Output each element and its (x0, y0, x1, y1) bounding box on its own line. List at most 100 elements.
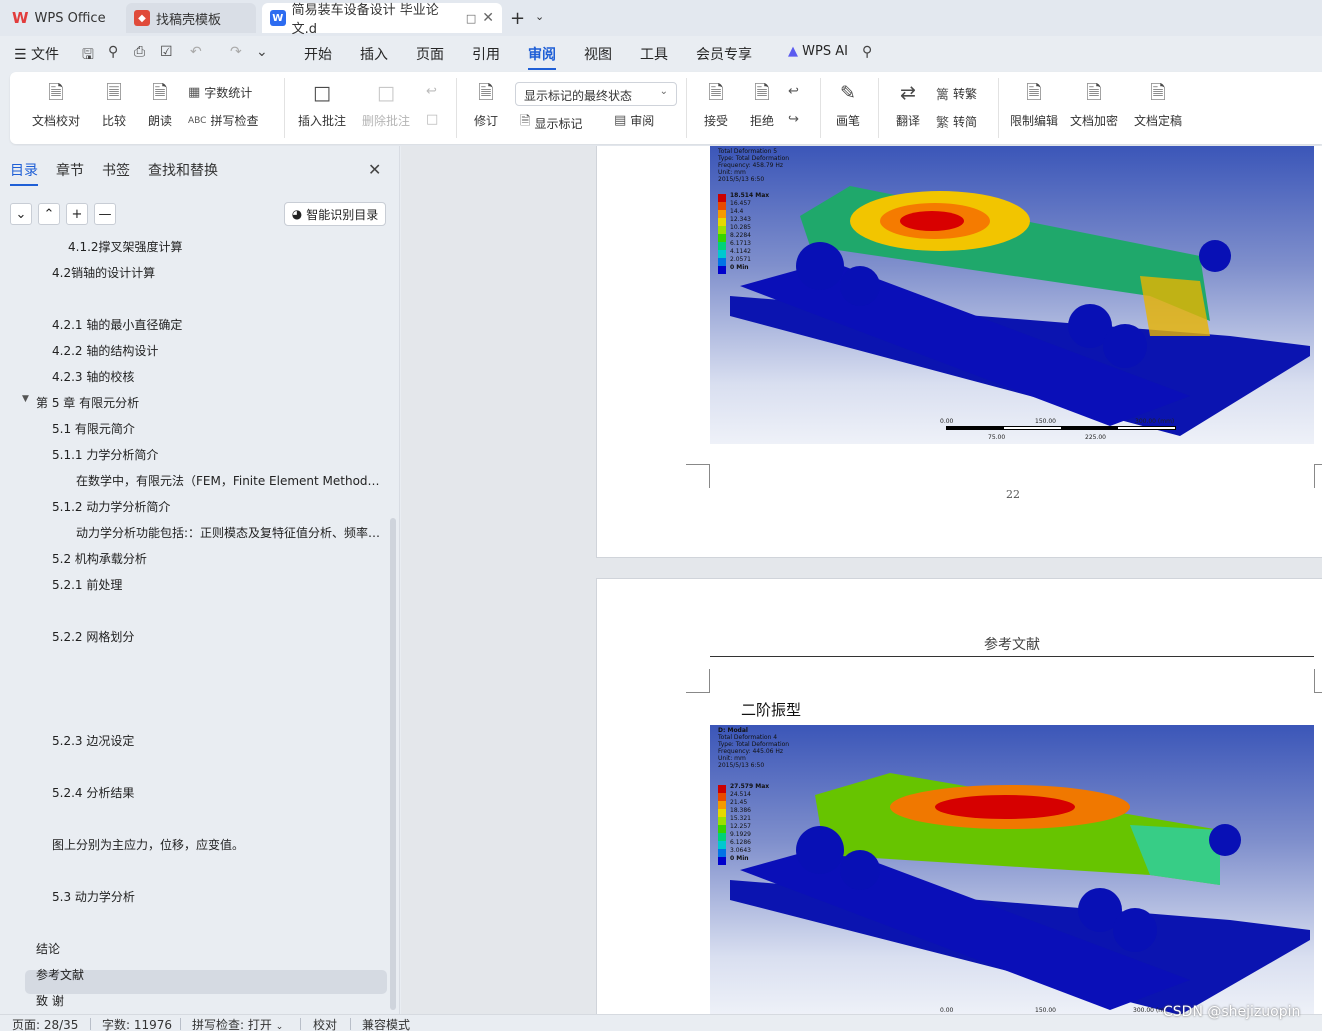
to-traditional-button[interactable]: 篱转繁 (936, 84, 977, 103)
tab-chapters[interactable]: 章节 (56, 160, 84, 186)
menu-review[interactable]: 审阅 (528, 44, 556, 70)
menu-insert[interactable]: 插入 (360, 44, 388, 64)
toc-scrollbar[interactable] (390, 518, 396, 1010)
accept-button[interactable]: 🗎 接受 (694, 72, 738, 129)
export-icon[interactable]: ⚲ (108, 44, 118, 60)
menu-start[interactable]: 开始 (304, 44, 332, 64)
search-icon[interactable]: ⚲ (862, 44, 872, 60)
undo-icon[interactable]: ↶ (190, 44, 202, 60)
tab-document[interactable]: W 简易装车设备设计 毕业论文.d □ ✕ (262, 3, 502, 37)
add-level-button[interactable]: + (66, 203, 88, 225)
status-bar: 页面: 28/35 字数: 11976 拼写检查: 打开 ⌄ 校对 兼容模式 (0, 1014, 1322, 1031)
toc-item[interactable]: 4.1.2撑叉架强度计算 (68, 238, 183, 255)
toc-item[interactable]: 5.1.2 动力学分析简介 (52, 498, 170, 515)
close-tab-icon[interactable]: ✕ (482, 10, 494, 26)
remove-level-button[interactable]: — (94, 203, 116, 225)
tab-template[interactable]: ◆ 找稿壳模板 (126, 3, 256, 33)
collapse-up-button[interactable]: ⌃ (38, 203, 60, 225)
expand-down-button[interactable]: ⌄ (10, 203, 32, 225)
reject-button[interactable]: 🗎 拒绝 (740, 72, 784, 129)
toc-item[interactable]: 图上分别为主应力，位移，应变值。 (52, 836, 244, 853)
toc-item[interactable]: 参考文献 (36, 966, 84, 983)
delete-comment-button[interactable]: □ 删除批注 (356, 72, 416, 129)
word-count[interactable]: 字数: 11976 (102, 1016, 172, 1031)
page-indicator[interactable]: 页面: 28/35 (12, 1016, 78, 1031)
save-icon[interactable]: 🖫 (82, 44, 94, 68)
revise-button[interactable]: 🗎 修订 (464, 72, 508, 129)
wps-ai-button[interactable]: ▲ WPS AI (788, 44, 848, 59)
monitor-icon[interactable]: □ (466, 12, 476, 25)
legend-value: 27.579 Max (730, 783, 770, 790)
menu-file[interactable]: ☰ 文件 (14, 44, 59, 64)
review-pane-button[interactable]: ▤ 审阅 (614, 112, 654, 129)
translate-button[interactable]: ⇄ 翻译 (886, 72, 930, 129)
insert-comment-button[interactable]: □ 插入批注 (294, 72, 350, 129)
next-change-icon[interactable]: ↪ (788, 112, 799, 127)
chevron-down-icon[interactable]: ⌄ (535, 10, 544, 23)
toc-list: 4.1.2撑叉架强度计算 4.2销轴的设计计算 4.2.1 轴的最小直径确定 4… (0, 234, 392, 1010)
toc-item[interactable]: 第 5 章 有限元分析 (36, 394, 139, 411)
redo-icon[interactable]: ↷ (230, 44, 242, 60)
print-preview-icon[interactable]: ☑ (160, 44, 173, 60)
toc-item[interactable]: 动力学分析功能包括:：正则模态及复特征值分析、频率… (76, 524, 380, 541)
legend-value: 9.1929 (730, 831, 751, 838)
toc-item[interactable]: 5.2.4 分析结果 (52, 784, 134, 801)
finalize-button[interactable]: 🗎 文档定稿 (1128, 72, 1188, 129)
close-panel-icon[interactable]: ✕ (368, 160, 381, 179)
word-count-button[interactable]: ▦ 字数统计 (188, 84, 252, 101)
tab-wps-office[interactable]: W WPS Office (4, 3, 120, 33)
fea-figure-total-deformation-5: Total Deformation 5 Type: Total Deformat… (710, 146, 1314, 444)
markup-state-select[interactable]: 显示标记的最终状态 ⌄ (515, 82, 677, 106)
title-bar: W WPS Office ◆ 找稿壳模板 W 简易装车设备设计 毕业论文.d □… (0, 0, 1322, 37)
read-aloud-button[interactable]: 🗎 朗读 (142, 72, 178, 129)
toc-item[interactable]: 结论 (36, 940, 60, 957)
toc-item[interactable]: 5.1 有限元简介 (52, 420, 135, 437)
menu-member[interactable]: 会员专享 (696, 44, 752, 64)
show-markup-button[interactable]: 🗎 显示标记 (520, 112, 582, 134)
next-comment-icon[interactable]: □ (426, 112, 438, 127)
scale-label: 300.00 (m (1133, 1007, 1165, 1014)
menu-tools[interactable]: 工具 (640, 44, 668, 64)
toc-item[interactable]: 5.2.2 网格划分 (52, 628, 134, 645)
toc-item[interactable]: 5.2 机构承载分析 (52, 550, 147, 567)
toc-item[interactable]: 4.2.3 轴的校核 (52, 368, 134, 385)
restrict-edit-button[interactable]: 🗎 限制编辑 (1008, 72, 1060, 129)
crop-mark (1314, 669, 1322, 693)
menu-page[interactable]: 页面 (416, 44, 444, 64)
print-icon[interactable]: ⎙ (134, 44, 145, 60)
smart-toc-button[interactable]: ◕ 智能识别目录 (284, 202, 386, 226)
toc-item[interactable]: 5.2.1 前处理 (52, 576, 122, 593)
prev-comment-icon[interactable]: ↩ (426, 84, 437, 99)
crop-mark (1314, 464, 1322, 488)
pen-button[interactable]: ✎ 画笔 (828, 72, 868, 129)
compare-button[interactable]: 🗏 比较 (94, 72, 134, 129)
to-simplified-button[interactable]: 繁转简 (936, 112, 977, 131)
prev-change-icon[interactable]: ↩ (788, 84, 799, 99)
simplified-icon: 繁 (936, 116, 950, 131)
encrypt-button[interactable]: 🗎 文档加密 (1068, 72, 1120, 129)
toc-item[interactable]: 致 谢 (36, 992, 64, 1009)
toc-item[interactable]: 5.1.1 力学分析简介 (52, 446, 158, 463)
menu-view[interactable]: 视图 (584, 44, 612, 64)
tab-bookmarks[interactable]: 书签 (102, 160, 130, 186)
legend-value: 6.1286 (730, 839, 751, 846)
spell-check-icon: ABC (188, 115, 207, 126)
expand-triangle-icon[interactable]: ▼ (22, 394, 29, 404)
proof-status[interactable]: 校对 (313, 1016, 337, 1031)
tab-toc[interactable]: 目录 (10, 160, 38, 186)
proofread-button[interactable]: 🗎 文档校对 (26, 72, 86, 129)
toc-item[interactable]: 4.2销轴的设计计算 (52, 264, 155, 281)
spell-check-status[interactable]: 拼写检查: 打开 ⌄ (192, 1016, 283, 1031)
new-tab-icon[interactable]: + (510, 8, 525, 29)
spell-check-button[interactable]: ABC 拼写检查 (188, 112, 258, 129)
toc-item[interactable]: 4.2.1 轴的最小直径确定 (52, 316, 182, 333)
more-chevron-icon[interactable]: ⌄ (256, 44, 268, 60)
toc-item[interactable]: 在数学中，有限元法（FEM，Finite Element Method… (76, 472, 380, 489)
tab-find-replace[interactable]: 查找和替换 (148, 160, 218, 186)
menu-reference[interactable]: 引用 (472, 44, 500, 64)
tab-label: 简易装车设备设计 毕业论文.d (291, 3, 439, 37)
toc-item-selected[interactable]: 5.3 动力学分析 (52, 888, 135, 905)
toc-item[interactable]: 4.2.2 轴的结构设计 (52, 342, 158, 359)
toc-item[interactable]: 5.2.3 边况设定 (52, 732, 134, 749)
scale-label: 75.00 (988, 434, 1006, 441)
